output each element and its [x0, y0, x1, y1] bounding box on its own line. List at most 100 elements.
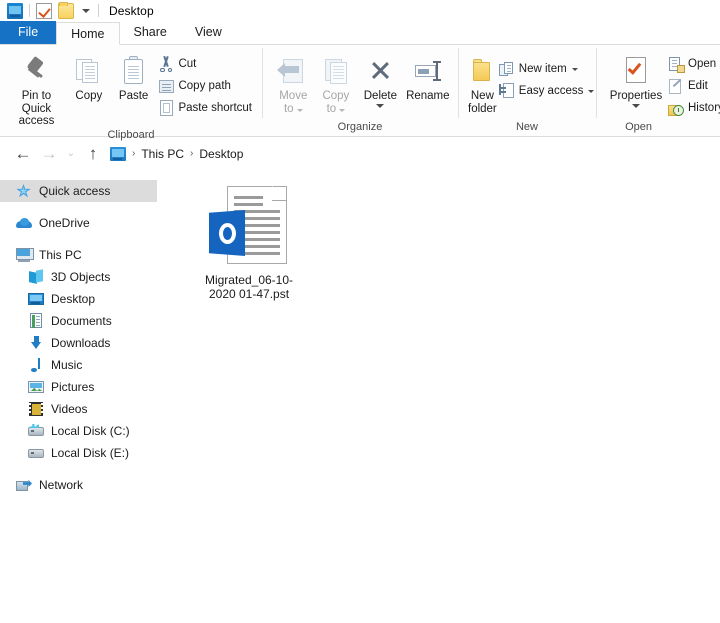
paste-button[interactable]: Paste [111, 50, 157, 103]
sidebar-item-desktop[interactable]: Desktop [0, 288, 160, 310]
cut-label: Cut [178, 58, 197, 70]
copy-path-icon [156, 77, 176, 95]
navigation-pane: Quick access OneDrive This PC 3D Objects… [0, 170, 160, 623]
explorer-icon[interactable] [7, 2, 23, 19]
sidebar-item-3d-objects[interactable]: 3D Objects [0, 266, 160, 288]
network-icon [16, 477, 32, 493]
sidebar-label-network: Network [39, 478, 84, 492]
sidebar-item-quick-access[interactable]: Quick access [0, 180, 157, 202]
videos-icon [28, 401, 44, 417]
local-disk-e-icon [28, 445, 44, 461]
pin-to-quick-access-button[interactable]: Pin to Quick access [6, 50, 67, 128]
back-button[interactable]: ← [10, 141, 36, 167]
cut-button[interactable]: Cut [156, 53, 256, 75]
copy-to-label-line2: to [326, 102, 337, 115]
new-item-caret-icon[interactable] [571, 67, 578, 71]
open-button[interactable]: Open [666, 53, 720, 75]
pin-label-line2: access [18, 115, 55, 127]
chevron-down-icon[interactable] [82, 8, 90, 13]
delete-caret-icon[interactable] [376, 103, 385, 108]
ribbon: Pin to Quick access Copy Paste Cut Copy … [0, 44, 720, 141]
forward-button[interactable]: → [36, 141, 62, 167]
easy-access-caret-icon[interactable] [588, 89, 595, 93]
new-folder-icon [469, 54, 495, 88]
new-folder-button[interactable]: New folder [468, 50, 497, 115]
tab-home[interactable]: Home [56, 22, 120, 45]
copy-icon [75, 54, 102, 88]
tab-share[interactable]: Share [120, 21, 181, 44]
sidebar-item-videos[interactable]: Videos [0, 398, 160, 420]
history-button[interactable]: History [666, 97, 720, 119]
ribbon-tabs: File Home Share View [0, 21, 720, 45]
outlook-pst-file-icon [209, 182, 289, 268]
ribbon-group-organize: Move to Copy to Delete Rename Organize [262, 45, 458, 136]
move-to-icon [277, 54, 306, 88]
sidebar-item-downloads[interactable]: Downloads [0, 332, 160, 354]
sidebar-item-onedrive[interactable]: OneDrive [0, 212, 160, 234]
list-item[interactable]: Migrated_06-10-2020 01-47.pst [196, 182, 302, 301]
properties-caret-icon[interactable] [632, 103, 640, 108]
file-list-view[interactable]: Migrated_06-10-2020 01-47.pst [160, 170, 720, 623]
copy-to-caret-icon[interactable] [339, 108, 346, 112]
move-to-button[interactable]: Move to [272, 50, 315, 115]
explorer-body: Quick access OneDrive This PC 3D Objects… [0, 170, 720, 623]
copy-to-label-line1: Copy [322, 90, 350, 102]
sidebar-item-pictures[interactable]: Pictures [0, 376, 160, 398]
sidebar-item-this-pc[interactable]: This PC [0, 244, 160, 266]
edit-button[interactable]: Edit [666, 75, 720, 97]
properties-button[interactable]: Properties [606, 50, 666, 108]
breadcrumb[interactable]: › This PC › Desktop [110, 143, 710, 165]
clipboard-small-buttons: Cut Copy path Paste shortcut [156, 50, 256, 119]
new-item-icon [497, 60, 517, 78]
sidebar-label-onedrive: OneDrive [39, 216, 90, 230]
paste-label: Paste [118, 90, 149, 102]
paste-shortcut-button[interactable]: Paste shortcut [156, 97, 256, 119]
edit-icon [666, 77, 686, 95]
easy-access-button[interactable]: Easy access [497, 80, 599, 102]
downloads-icon [28, 335, 44, 351]
this-pc-icon [16, 247, 34, 263]
tab-view[interactable]: View [181, 21, 236, 44]
delete-button[interactable]: Delete [357, 50, 403, 108]
group-label-new: New [515, 121, 538, 133]
rename-button[interactable]: Rename [404, 50, 452, 103]
move-to-caret-icon[interactable] [296, 108, 303, 112]
up-button[interactable]: ↑ [80, 141, 106, 167]
sidebar-label-music: Music [51, 358, 83, 372]
file-explorer-window: Desktop File Home Share View Pin to Quic… [0, 0, 720, 623]
sidebar-item-documents[interactable]: Documents [0, 310, 160, 332]
new-folder-icon[interactable] [58, 1, 74, 19]
sidebar-item-music[interactable]: Music [0, 354, 160, 376]
copy-to-button[interactable]: Copy to [315, 50, 358, 115]
recent-locations-button[interactable]: ⌄ [62, 141, 80, 167]
new-item-button[interactable]: New item [497, 58, 599, 80]
paste-icon [122, 54, 146, 88]
music-icon [28, 357, 44, 373]
group-label-clipboard: Clipboard [107, 128, 155, 141]
easy-access-icon [497, 82, 517, 100]
properties-icon[interactable] [36, 2, 52, 19]
paste-shortcut-label: Paste shortcut [178, 102, 252, 114]
title-bar: Desktop [0, 0, 720, 21]
copy-path-button[interactable]: Copy path [156, 75, 256, 97]
open-small-buttons: Open Edit History [666, 50, 720, 119]
sidebar-label-desktop: Desktop [51, 292, 96, 306]
move-to-label-line2: to [283, 102, 294, 115]
group-label-open: Open [625, 121, 653, 133]
history-label: History [688, 102, 720, 114]
tab-file[interactable]: File [0, 21, 57, 44]
properties-icon [623, 54, 649, 88]
breadcrumb-desktop[interactable]: Desktop [196, 147, 246, 161]
new-folder-label-line2: folder [468, 102, 497, 115]
sidebar-label-downloads: Downloads [51, 336, 111, 350]
breadcrumb-this-pc[interactable]: This PC [138, 147, 187, 161]
sidebar-label-this-pc: This PC [39, 248, 82, 262]
pin-icon [23, 54, 49, 88]
copy-button[interactable]: Copy [67, 50, 111, 103]
sidebar-label-3d-objects: 3D Objects [51, 270, 111, 284]
qat-separator [29, 4, 30, 17]
sidebar-item-local-disk-e[interactable]: Local Disk (E:) [0, 442, 160, 464]
sidebar-item-network[interactable]: Network [0, 474, 160, 496]
rename-label: Rename [406, 90, 450, 102]
sidebar-item-local-disk-c[interactable]: Local Disk (C:) [0, 420, 160, 442]
